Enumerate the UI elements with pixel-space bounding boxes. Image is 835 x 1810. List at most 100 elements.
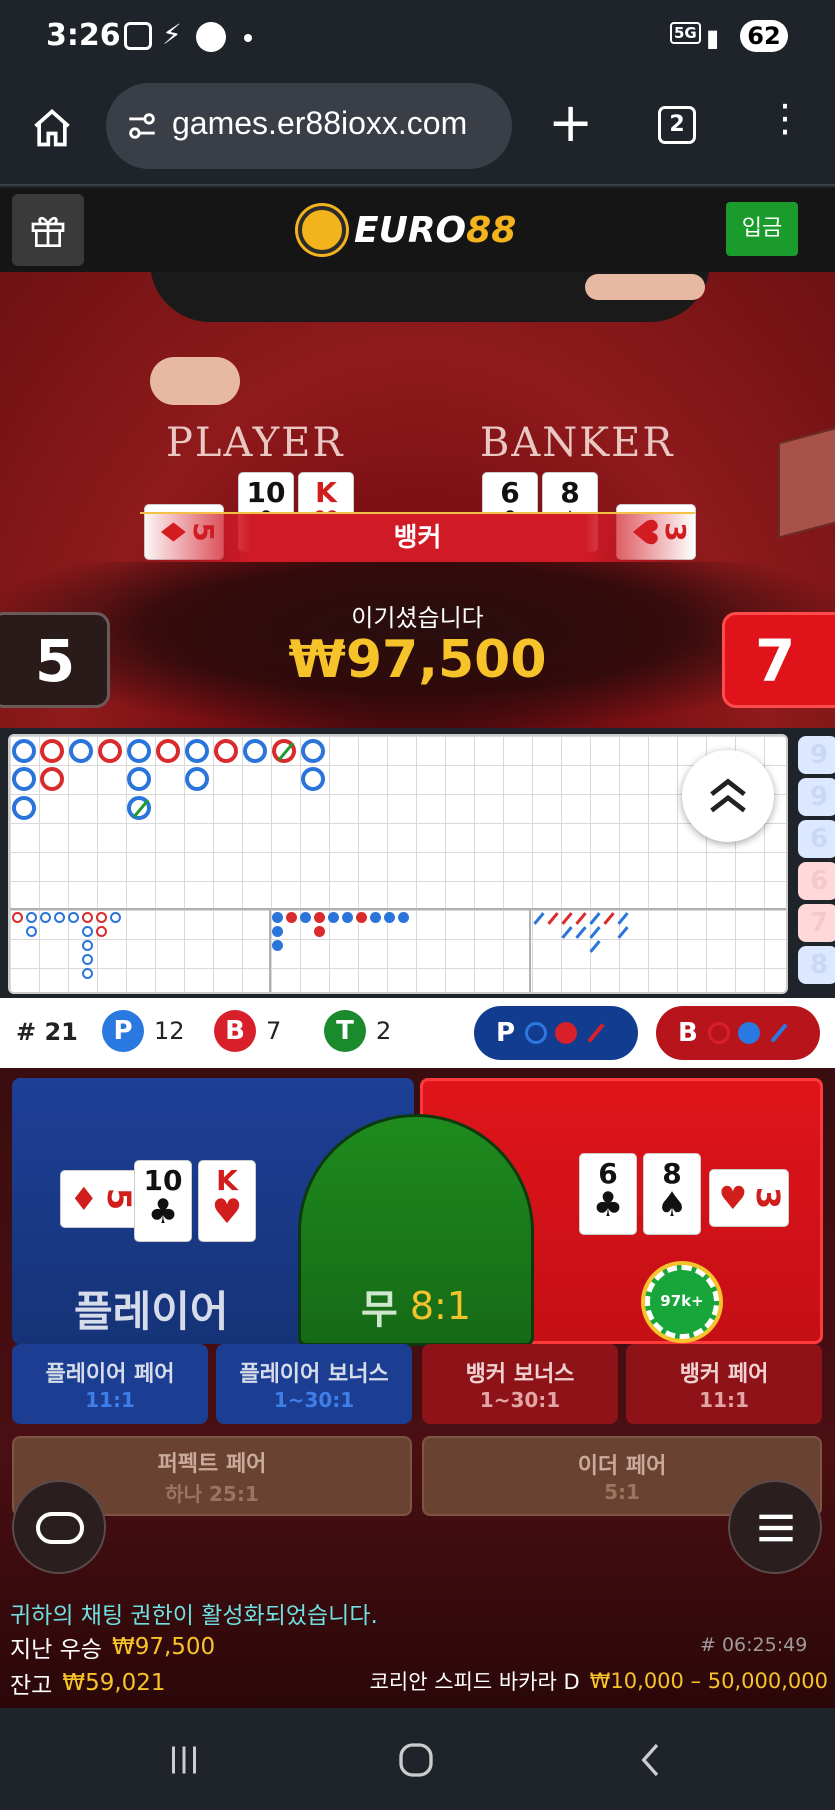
site-settings-icon[interactable] bbox=[124, 109, 160, 143]
scroll-up-button[interactable] bbox=[682, 750, 774, 842]
dot-road-mark bbox=[286, 912, 297, 923]
gift-button[interactable] bbox=[12, 194, 84, 266]
dot-road-mark bbox=[272, 912, 283, 923]
win-message: 이기셨습니다 bbox=[351, 604, 484, 632]
banker-bonus-button[interactable]: 뱅커 보너스 1~30:1 bbox=[422, 1344, 618, 1424]
dot-road-mark bbox=[356, 912, 367, 923]
dot-road-mark bbox=[370, 912, 381, 923]
home-icon[interactable] bbox=[30, 106, 74, 150]
blue-dot-icon bbox=[737, 1022, 760, 1044]
tie-odds: 8:1 bbox=[409, 1284, 471, 1328]
dot-road-mark bbox=[314, 912, 325, 923]
player-pair-odds: 11:1 bbox=[85, 1388, 135, 1412]
small-road-mark bbox=[82, 954, 93, 965]
slash-road-mark bbox=[575, 926, 587, 939]
roadmap-divider bbox=[269, 908, 271, 992]
banker-pair-button[interactable]: 뱅커 페어 11:1 bbox=[626, 1344, 822, 1424]
dot-road-mark bbox=[328, 912, 339, 923]
small-road-mark bbox=[68, 912, 79, 923]
banker-count-value: 7 bbox=[266, 1017, 282, 1045]
small-road-mark bbox=[26, 912, 37, 923]
banker-score: 7 bbox=[722, 612, 835, 708]
chat-bubble-icon bbox=[36, 1512, 84, 1544]
blue-circle-icon bbox=[525, 1022, 548, 1044]
game-video-area: PLAYER BANKER 5♦ 10♣ K♥ 6♣ 8♠ 3♥ 뱅커 이기셨습… bbox=[0, 272, 835, 728]
road-mark-player bbox=[185, 739, 209, 763]
recent-result-badge: 7 bbox=[798, 904, 835, 942]
roadmap-divider bbox=[529, 908, 531, 992]
player-pair-button[interactable]: 플레이어 페어 11:1 bbox=[12, 1344, 208, 1424]
dot-road-mark bbox=[398, 912, 409, 923]
chat-notice: 귀하의 채팅 권한이 활성화되었습니다. bbox=[10, 1603, 378, 1629]
banker-chip-icon: B bbox=[214, 1010, 256, 1052]
back-icon[interactable] bbox=[632, 1740, 672, 1780]
recent-apps-icon[interactable] bbox=[166, 1742, 202, 1778]
slash-road-mark bbox=[589, 940, 601, 953]
slash-road-mark bbox=[617, 926, 629, 939]
bead-roadmap[interactable] bbox=[8, 734, 788, 994]
small-road-mark bbox=[40, 912, 51, 923]
tie-count-value: 2 bbox=[376, 1017, 392, 1045]
player-bet-label: 플레이어 bbox=[74, 1287, 229, 1336]
road-mark-banker bbox=[156, 739, 180, 763]
address-bar[interactable]: games.er88ioxx.com bbox=[106, 83, 512, 169]
logo-text-euro: EURO bbox=[354, 209, 467, 251]
new-tab-icon[interactable]: + bbox=[548, 96, 593, 150]
tie-count: T 2 bbox=[324, 1010, 391, 1052]
site-header: EURO 88 입금 bbox=[0, 188, 835, 272]
round-id: # 06:25:49 bbox=[700, 1634, 808, 1656]
bet-chip[interactable]: 97k+ bbox=[645, 1265, 719, 1339]
banker-card-2: 8 ♠ bbox=[643, 1153, 701, 1235]
small-road-mark bbox=[82, 912, 93, 923]
status-bar: 3:26 ⚡ 5G ▮ 62 bbox=[0, 0, 835, 78]
player-win-count: P 12 bbox=[102, 1010, 185, 1052]
road-mark-player bbox=[243, 739, 267, 763]
recent-result-badge: 6 bbox=[798, 862, 835, 900]
tab-count-button[interactable]: 2 bbox=[658, 106, 696, 144]
predict-banker-button[interactable]: B bbox=[656, 1006, 820, 1060]
player-card-3: K ♥ bbox=[198, 1160, 256, 1242]
player-chip-icon: P bbox=[102, 1010, 144, 1052]
last-win-amount: ₩97,500 bbox=[111, 1634, 216, 1660]
banker-title: BANKER bbox=[480, 420, 675, 466]
soccer-ball-icon bbox=[298, 206, 346, 254]
tie-label: 무 bbox=[361, 1287, 398, 1333]
banker-win-count: B 7 bbox=[214, 1010, 281, 1052]
small-road-mark bbox=[12, 912, 23, 923]
win-amount: ₩97,500 bbox=[288, 630, 547, 690]
tie-bet-spot[interactable]: 무 8:1 bbox=[298, 1114, 534, 1346]
road-mark-banker bbox=[214, 739, 238, 763]
player-card-1: ♦ 5 bbox=[60, 1170, 140, 1228]
slash-road-mark bbox=[533, 912, 545, 925]
road-mark-player bbox=[301, 767, 325, 791]
predict-banker-label: B bbox=[678, 1018, 698, 1048]
url-text: games.er88ioxx.com bbox=[172, 105, 468, 141]
small-road-mark bbox=[82, 926, 93, 937]
table-info: 코리안 스피드 바카라 D ₩10,000 – 50,000,000 bbox=[284, 1666, 828, 1696]
home-nav-icon[interactable] bbox=[396, 1740, 436, 1780]
balance: 잔고 ₩59,021 bbox=[10, 1666, 166, 1700]
banker-pair-odds: 11:1 bbox=[699, 1388, 749, 1412]
stats-bar: # 21 P 12 B 7 T 2 P B bbox=[0, 998, 835, 1068]
battery-icon: 62 bbox=[740, 20, 788, 52]
bet-limits: ₩10,000 – 50,000,000 bbox=[589, 1669, 828, 1693]
blue-slash-icon bbox=[770, 1023, 788, 1043]
menu-button[interactable] bbox=[728, 1480, 822, 1574]
roadmap-divider bbox=[10, 908, 786, 910]
hamburger-menu-icon bbox=[759, 1514, 793, 1542]
browser-toolbar: games.er88ioxx.com + 2 ⋮ bbox=[0, 78, 835, 186]
road-mark-player bbox=[185, 767, 209, 791]
red-slash-icon bbox=[587, 1023, 605, 1043]
predict-player-button[interactable]: P bbox=[474, 1006, 638, 1060]
deposit-button[interactable]: 입금 bbox=[726, 202, 798, 256]
slash-road-mark bbox=[617, 912, 629, 925]
dot-road-mark bbox=[342, 912, 353, 923]
banker-bonus-label: 뱅커 보너스 bbox=[465, 1362, 575, 1387]
euro88-logo[interactable]: EURO 88 bbox=[298, 202, 516, 258]
more-menu-icon[interactable]: ⋮ bbox=[766, 97, 804, 140]
chat-button[interactable] bbox=[12, 1480, 106, 1574]
player-bonus-button[interactable]: 플레이어 보너스 1~30:1 bbox=[216, 1344, 412, 1424]
player-bonus-label: 플레이어 보너스 bbox=[239, 1362, 389, 1387]
dot-road-mark bbox=[272, 926, 283, 937]
road-mark-player bbox=[69, 739, 93, 763]
